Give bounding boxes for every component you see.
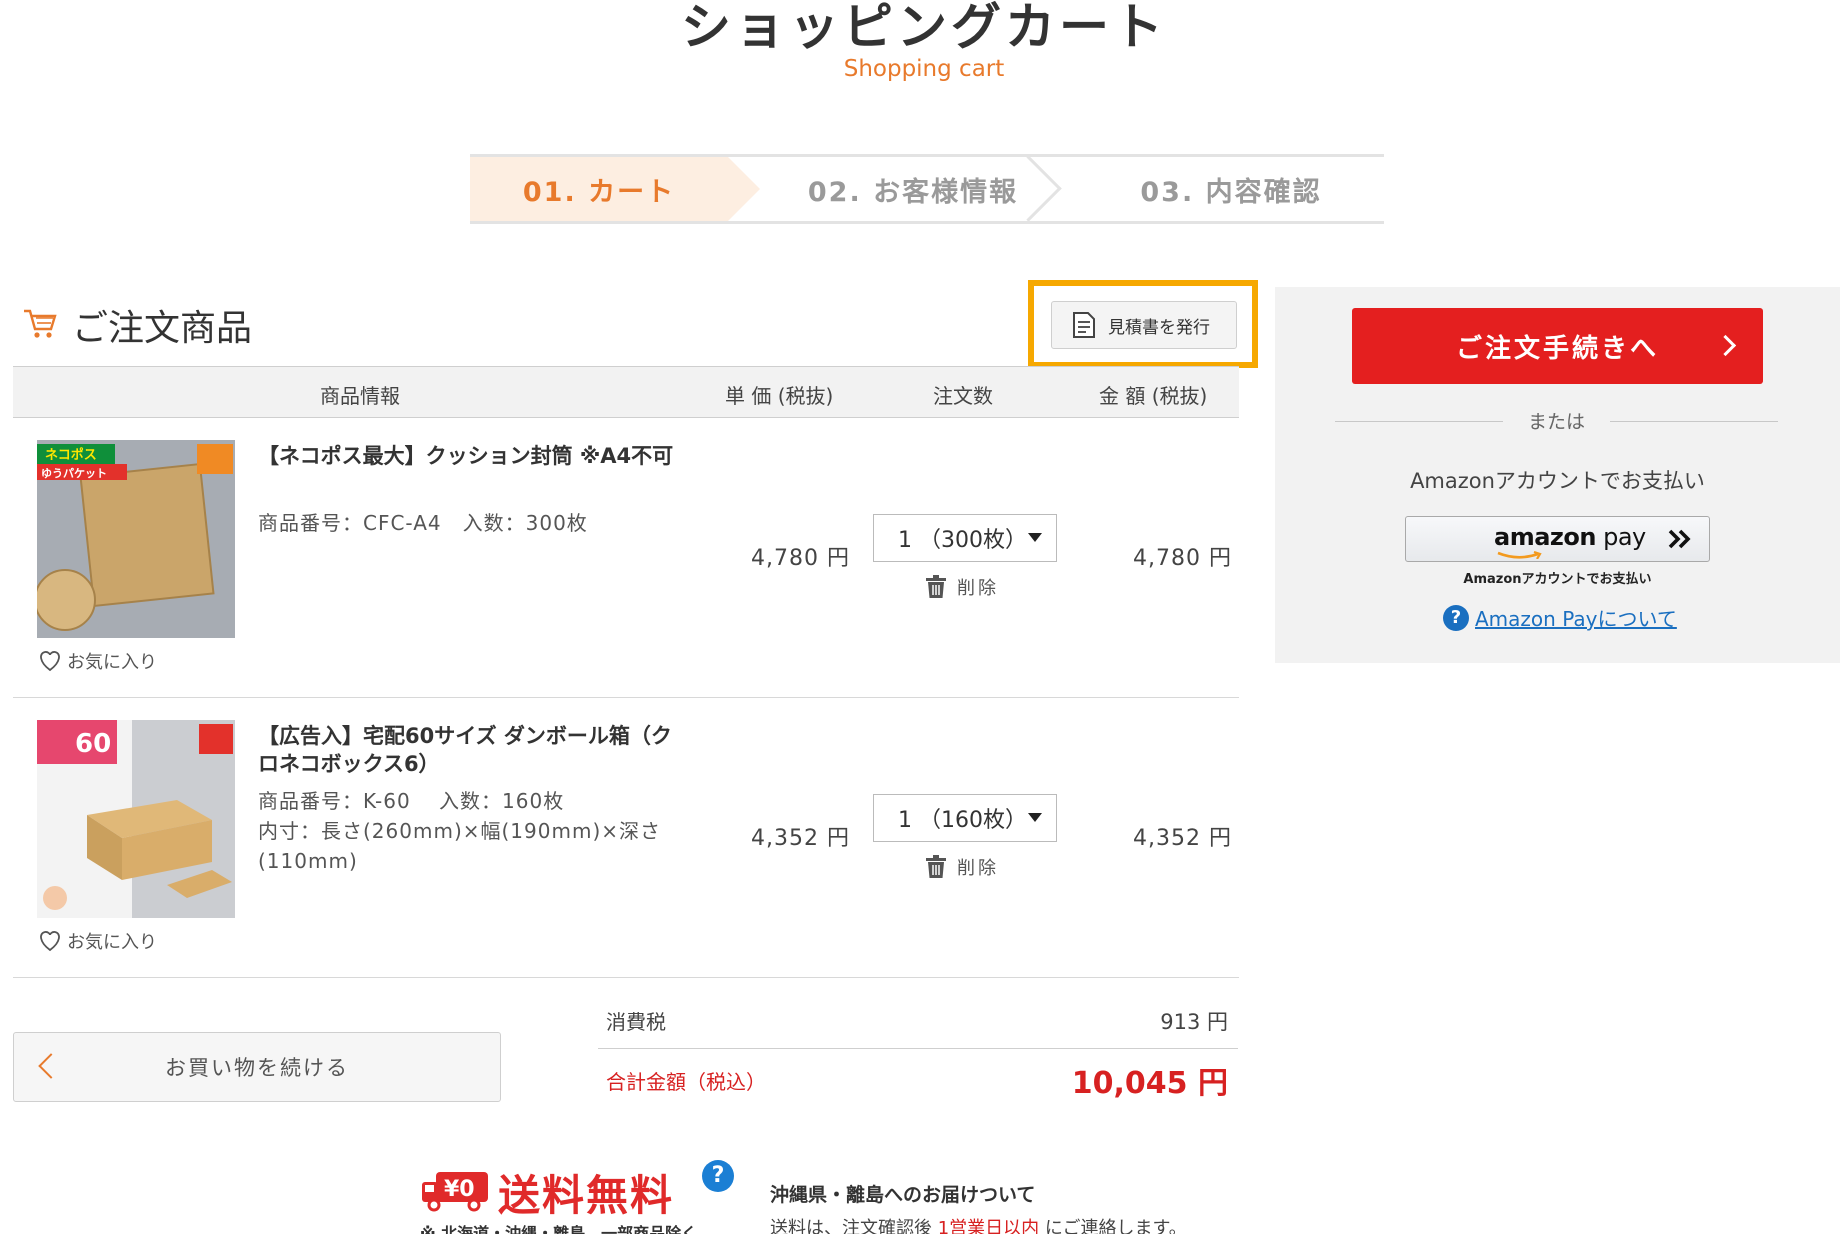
step-cart: 01. カート: [470, 157, 760, 221]
amazon-pay-help-link[interactable]: ? Amazon Payについて: [1443, 603, 1677, 632]
continue-shopping-label: お買い物を続ける: [165, 1056, 349, 1080]
amazon-caption: Amazonアカウントでお支払い: [1410, 469, 1705, 493]
quantity-select[interactable]: 1 （300枚）: [873, 514, 1057, 562]
cart-icon: [24, 309, 57, 338]
document-icon: [1073, 312, 1095, 338]
proceed-to-order-button[interactable]: ご注文手続きへ: [1352, 308, 1763, 384]
quantity-select[interactable]: 1 （160枚）: [873, 794, 1057, 842]
summary-divider: [598, 1048, 1238, 1049]
product-name[interactable]: 【ネコポス最大】クッション封筒 ※A4不可: [258, 442, 688, 470]
total-label: 合計金額（税込）: [606, 1070, 766, 1094]
divider-right: [1610, 421, 1778, 422]
chevron-right-icon: [1714, 334, 1737, 357]
free-shipping-title: 送料無料: [498, 1171, 675, 1220]
product-image[interactable]: 60: [37, 720, 235, 918]
trash-icon: [926, 575, 946, 598]
continue-shopping-button[interactable]: お買い物を続ける: [13, 1032, 501, 1102]
help-icon[interactable]: ?: [702, 1160, 734, 1192]
thumb-badge-2: ゆうパケット: [41, 467, 107, 480]
header-product-info: 商品情報: [320, 384, 400, 408]
heart-icon: [40, 931, 60, 952]
favorite-label: お気に入り: [67, 932, 157, 953]
product-image[interactable]: ネコポス ゆうパケット: [37, 440, 235, 638]
heart-icon: [40, 651, 60, 672]
caret-down-icon: [1028, 533, 1042, 542]
amazon-pay-help-label: Amazon Payについて: [1475, 607, 1677, 631]
or-text: または: [1527, 411, 1585, 433]
truck-icon: ¥0: [422, 1172, 488, 1212]
question-icon: ?: [1443, 604, 1469, 631]
trash-icon: [926, 855, 946, 878]
product-name[interactable]: 【広告入】宅配60サイズ ダンボール箱（クロネコボックス6）: [258, 722, 688, 778]
total-value: 10,045 円: [1071, 1066, 1228, 1101]
chevron-left-icon: [38, 1053, 64, 1079]
free-badge-text: ¥0: [444, 1177, 475, 1202]
amazon-pay-button[interactable]: amazon pay: [1405, 516, 1710, 562]
quantity-value: 1 （160枚）: [898, 808, 1027, 833]
issue-quote-label: 見積書を発行: [1108, 317, 1210, 338]
issue-quote-button[interactable]: 見積書を発行: [1051, 301, 1237, 349]
page-title: ショッピングカート: [681, 0, 1167, 56]
amazon-sub-caption: Amazonアカウントでお支払い: [1463, 572, 1652, 587]
product-meta-line: 商品番号：K-60 入数：160枚: [258, 789, 565, 813]
okinawa-text-post: にご連絡します。: [1039, 1218, 1187, 1234]
caret-down-icon: [1028, 813, 1042, 822]
product-meta: 商品番号：K-60 入数：160枚 内寸：長さ(260mm)×幅(190mm)×…: [258, 786, 688, 876]
okinawa-text-pre: 送料は、注文確認後: [770, 1218, 938, 1234]
divider-left: [1335, 421, 1503, 422]
amazon-brand-text: amazon: [1494, 523, 1596, 551]
header-amount: 金 額 (税抜): [1099, 384, 1208, 408]
amazon-smile-icon: [1497, 551, 1542, 559]
free-shipping-note: ※ 北海道・沖縄・離島、一部商品除く: [420, 1224, 698, 1234]
cart-row: ネコポス ゆうパケット お気に入り 【ネコポス最大】クッション封筒 ※A4不可 …: [13, 418, 1239, 698]
line-amount: 4,352 円: [1133, 826, 1232, 851]
proceed-to-order-label: ご注文手続きへ: [1455, 333, 1659, 364]
favorite-button[interactable]: お気に入り: [37, 928, 157, 954]
delete-label: 削除: [957, 578, 999, 599]
unit-price: 4,780 円: [751, 546, 850, 571]
delete-button[interactable]: 削除: [925, 574, 999, 600]
okinawa-title: 沖縄県・離島へのお届けついて: [770, 1184, 1036, 1206]
delete-label: 削除: [957, 858, 999, 879]
delete-button[interactable]: 削除: [925, 854, 999, 880]
thumb-badge: ネコポス: [45, 447, 97, 463]
product-meta: 商品番号：CFC-A4 入数：300枚: [258, 511, 588, 535]
step-customer-info: 02. お客様情報: [728, 157, 1058, 221]
thumb-badge: 60: [75, 729, 111, 759]
page-subtitle: Shopping cart: [843, 56, 1005, 82]
unit-price: 4,352 円: [751, 826, 850, 851]
okinawa-text-highlight: 1営業日以内: [937, 1218, 1040, 1234]
cart-table-header: 商品情報 単 価 (税抜) 注文数 金 額 (税抜): [13, 366, 1239, 418]
favorite-button[interactable]: お気に入り: [37, 648, 157, 674]
step-confirm: 03. 内容確認: [1140, 176, 1322, 208]
double-chevron-right-icon: [1668, 529, 1691, 549]
amazon-pay-text: pay: [1595, 523, 1646, 551]
favorite-label: お気に入り: [67, 652, 157, 673]
checkout-steps: 01. カート 02. お客様情報 03. 内容確認: [470, 154, 1384, 224]
section-title: ご注文商品: [72, 308, 253, 349]
okinawa-text: 送料は、注文確認後 1営業日以内 にご連絡します。: [770, 1214, 1187, 1234]
header-unit-price: 単 価 (税抜): [725, 384, 834, 408]
line-amount: 4,780 円: [1133, 546, 1232, 571]
product-meta-dimensions: 内寸：長さ(260mm)×幅(190mm)×深さ(110mm): [258, 819, 662, 873]
cart-row: 60 お気に入り 【広告入】宅配60サイズ ダンボール箱（クロネコボックス6） …: [13, 698, 1239, 978]
quantity-value: 1 （300枚）: [898, 528, 1027, 553]
amazon-pay-logo: amazon pay: [1494, 523, 1646, 551]
tax-label: 消費税: [606, 1010, 666, 1034]
tax-value: 913 円: [1160, 1010, 1228, 1034]
header-quantity: 注文数: [933, 384, 993, 408]
checkout-side-panel: ご注文手続きへ または Amazonアカウントでお支払い amazon pay …: [1275, 287, 1840, 663]
